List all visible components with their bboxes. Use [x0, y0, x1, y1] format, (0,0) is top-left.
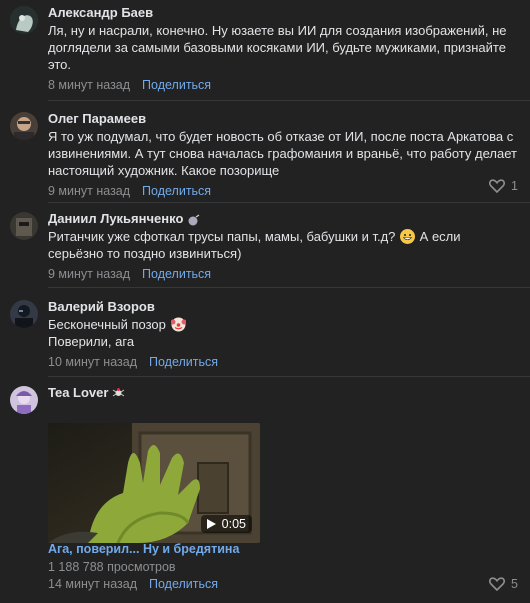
- comment-line: настоящий художник. Какое позорище: [48, 163, 280, 178]
- comment-line: Я то уж подумал, что будет новость об от…: [48, 129, 514, 144]
- comment-meta: 10 минут назад Поделиться: [48, 354, 520, 371]
- divider: [48, 287, 530, 288]
- share-button[interactable]: Поделиться: [142, 183, 211, 200]
- comment-line: Ля, ну и насрали, конечно. Ну юзаете вы …: [48, 23, 507, 38]
- comment-meta: 14 минут назад Поделиться: [48, 576, 218, 593]
- avatar[interactable]: [10, 6, 38, 34]
- comment-text: Бесконечный позор Поверили, ага: [48, 316, 520, 350]
- comment-line: А если: [419, 229, 461, 244]
- author-name[interactable]: Tea Lover: [48, 384, 108, 401]
- video-attachment[interactable]: 0:05: [48, 423, 260, 543]
- comment-line: извинениями. А тут снова началась графом…: [48, 146, 517, 161]
- like-button[interactable]: 1: [489, 179, 518, 193]
- share-button[interactable]: Поделиться: [142, 77, 211, 94]
- bomb-badge: [187, 213, 201, 225]
- share-button[interactable]: Поделиться: [149, 354, 218, 371]
- comment-line: доглядели за самыми базовыми косяками ИИ…: [48, 40, 506, 55]
- comment-text: Ля, ну и насрали, конечно. Ну юзаете вы …: [48, 22, 520, 73]
- divider: [48, 376, 530, 377]
- avatar[interactable]: [10, 300, 38, 328]
- author-name[interactable]: Олег Парамеев: [48, 110, 146, 127]
- like-count: 1: [511, 179, 518, 193]
- comment-text: Ританчик уже сфоткал трусы папы, мамы, б…: [48, 228, 520, 262]
- author-name[interactable]: Александр Баев: [48, 4, 153, 21]
- comment-author[interactable]: Даниил Лукьянченко: [48, 210, 520, 227]
- comment-time[interactable]: 9 минут назад: [48, 266, 130, 283]
- like-button[interactable]: 5: [489, 577, 518, 591]
- comment-text: Я то уж подумал, что будет новость об от…: [48, 128, 520, 179]
- comment-author[interactable]: Tea Lover: [48, 384, 520, 401]
- avatar[interactable]: [10, 212, 38, 240]
- comment-meta: 9 минут назад Поделиться: [48, 183, 520, 200]
- grinning-emoji: [400, 229, 416, 244]
- play-icon: [206, 519, 216, 529]
- heart-icon: [489, 577, 506, 591]
- comment-time[interactable]: 14 минут назад: [48, 576, 137, 593]
- comment-meta: 9 минут назад Поделиться: [48, 266, 520, 283]
- like-count: 5: [511, 577, 518, 591]
- video-duration: 0:05: [221, 517, 246, 531]
- divider: [48, 202, 530, 203]
- comment-time[interactable]: 8 минут назад: [48, 77, 130, 94]
- avatar[interactable]: [10, 386, 38, 414]
- comment-line: Бесконечный позор: [48, 317, 166, 332]
- comment-meta: 8 минут назад Поделиться: [48, 77, 520, 94]
- comment-time[interactable]: 9 минут назад: [48, 183, 130, 200]
- video-title[interactable]: Ага, поверил... Ну и бредятина: [48, 542, 239, 556]
- clown-emoji: [170, 317, 186, 332]
- heart-icon: [489, 179, 506, 193]
- comments-feed: Александр Баев Ля, ну и насрали, конечно…: [0, 0, 530, 603]
- spider-badge: [112, 386, 125, 399]
- share-button[interactable]: Поделиться: [142, 266, 211, 283]
- comment-line: Поверили, ага: [48, 334, 135, 349]
- comment-author[interactable]: Валерий Взоров: [48, 298, 520, 315]
- comment-line: серьёзно то поздно извиниться): [48, 246, 242, 261]
- comment-author[interactable]: Александр Баев: [48, 4, 520, 21]
- author-name[interactable]: Валерий Взоров: [48, 298, 155, 315]
- comment-line: это.: [48, 57, 71, 72]
- share-button[interactable]: Поделиться: [149, 576, 218, 593]
- comment-line: Ританчик уже сфоткал трусы папы, мамы, б…: [48, 229, 396, 244]
- video-views: 1 188 788 просмотров: [48, 560, 176, 574]
- comment-time[interactable]: 10 минут назад: [48, 354, 137, 371]
- author-name[interactable]: Даниил Лукьянченко: [48, 210, 183, 227]
- video-duration-badge: 0:05: [200, 515, 252, 533]
- avatar[interactable]: [10, 112, 38, 140]
- comment-author[interactable]: Олег Парамеев: [48, 110, 520, 127]
- divider: [48, 100, 530, 101]
